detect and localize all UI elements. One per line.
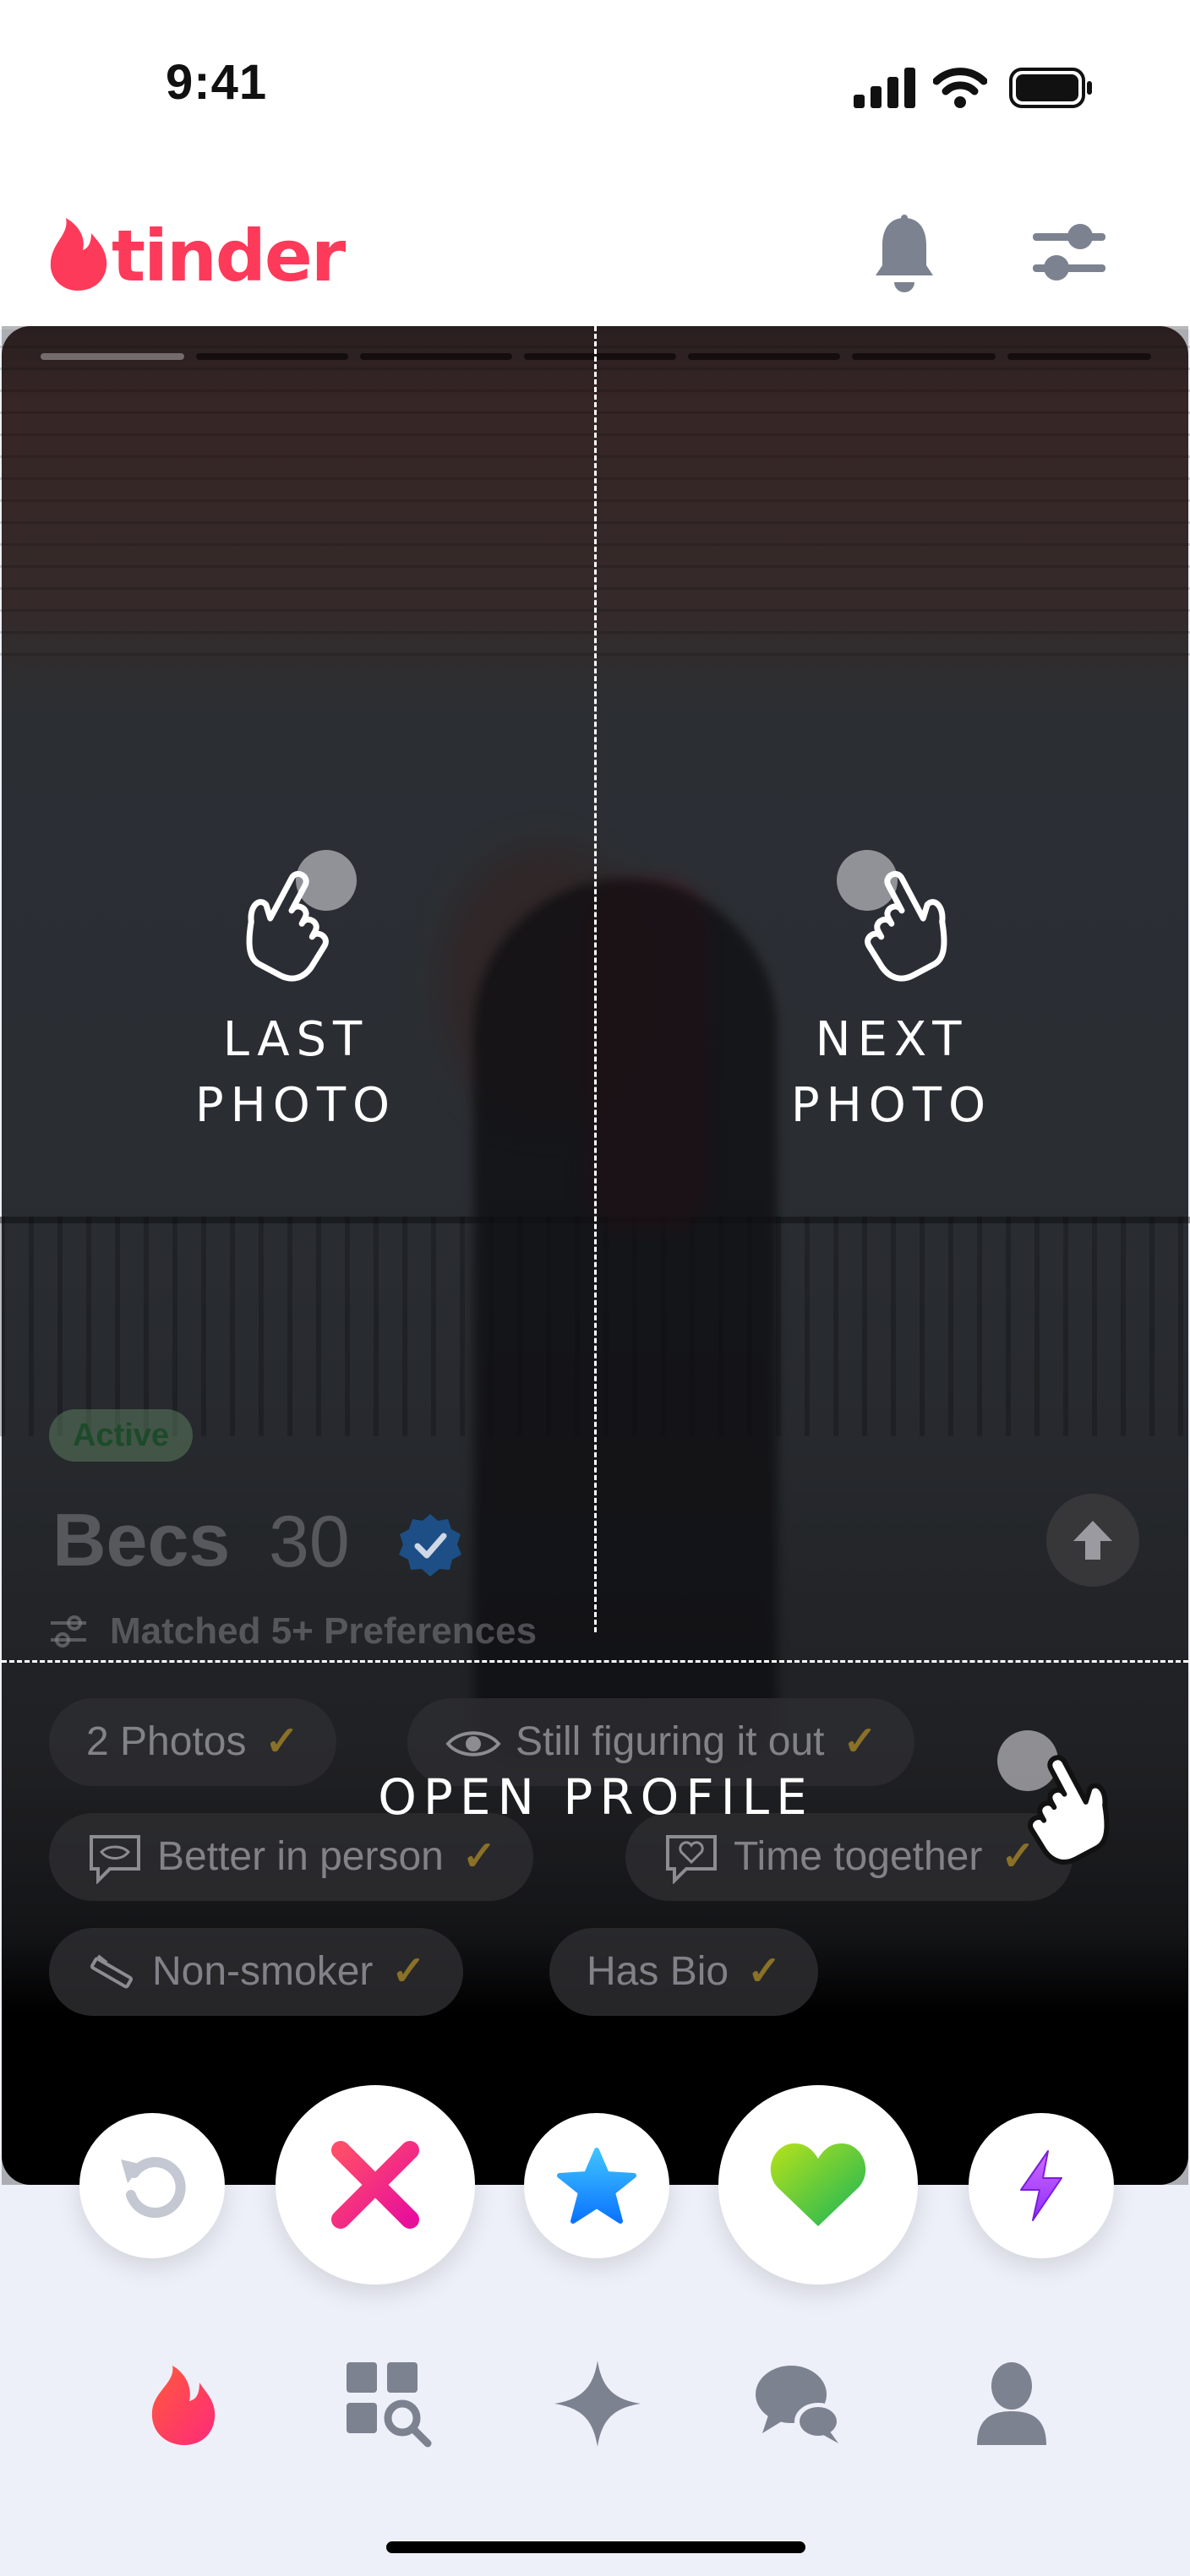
like-button[interactable] [718,2085,918,2285]
nope-icon [331,2141,419,2229]
chip-photos: 2 Photos ✓ [49,1698,336,1786]
like-icon [770,2143,866,2226]
preferences-icon [51,1615,86,1647]
photo-progress-segment [688,353,840,360]
chat-icon[interactable] [752,2357,845,2450]
tap-hand-right-icon [837,850,947,982]
chip-label: Better in person [157,1834,444,1879]
heart-chat-icon [666,1835,717,1886]
explore-icon[interactable] [341,2357,434,2450]
battery-icon [1009,68,1092,108]
chip-label: Time together [734,1834,983,1879]
nope-button[interactable] [276,2085,475,2285]
chip-label: Has Bio [587,1949,729,1994]
check-icon: ✓ [747,1949,782,1994]
tap-hand-bottom-icon [997,1730,1110,1865]
open-profile-button[interactable] [1046,1494,1139,1587]
status-time: 9:41 [166,55,268,110]
chip-label: 2 Photos [86,1719,247,1764]
photo-progress-segment [360,353,512,360]
photo-progress-segment [524,353,676,360]
flame-icon[interactable] [137,2357,230,2450]
super-like-button[interactable] [524,2113,669,2258]
verified-badge-icon [399,1514,461,1577]
last-photo-label: LAST PHOTO [194,1012,397,1133]
eye-icon [445,1731,501,1756]
profile-age: 30 [269,1501,350,1582]
lips-chat-icon [90,1835,140,1886]
profile-icon[interactable] [965,2357,1058,2450]
preferences-match: Matched 5+ Preferences [110,1610,538,1652]
chip-bio: Has Bio ✓ [549,1928,819,2016]
wifi-icon [933,68,987,108]
chip-label: Still figuring it out [516,1719,825,1764]
boost-icon [1020,2150,1062,2221]
tap-zone-divider-vertical [594,326,597,1632]
rewind-icon [121,2157,186,2219]
photo-progress-segment [196,353,348,360]
status-badge: Active [49,1409,194,1462]
chip-smoking: Non-smoker ✓ [49,1928,463,2016]
home-indicator[interactable] [386,2541,805,2553]
bell-icon[interactable] [872,215,936,296]
tap-zone-divider-horizontal [2,1660,1188,1663]
check-icon: ✓ [391,1949,426,1994]
photo-progress-segment [41,353,184,360]
next-photo-label: NEXT PHOTO [790,1012,993,1133]
check-icon: ✓ [461,1834,497,1879]
logo-text: tinder [112,215,346,297]
flame-logo-icon [50,218,107,291]
check-icon: ✓ [265,1719,299,1764]
photo-progress-segment [852,353,996,360]
photo-progress-segment [1007,353,1151,360]
arrow-up-icon [1073,1521,1112,1560]
tap-hand-left-icon [246,850,357,982]
signal-icon [854,68,915,108]
rewind-button[interactable] [79,2113,225,2258]
super-like-icon [557,2148,636,2224]
no-smoking-icon [90,1954,134,1989]
chip-label: Non-smoker [152,1949,374,1994]
boost-button[interactable] [969,2113,1114,2258]
check-icon: ✓ [843,1719,877,1764]
sliders-icon[interactable] [1033,221,1105,284]
profile-name: Becs [52,1498,231,1582]
sparkle-icon[interactable] [551,2357,644,2450]
open-profile-label: OPEN PROFILE [378,1768,814,1826]
